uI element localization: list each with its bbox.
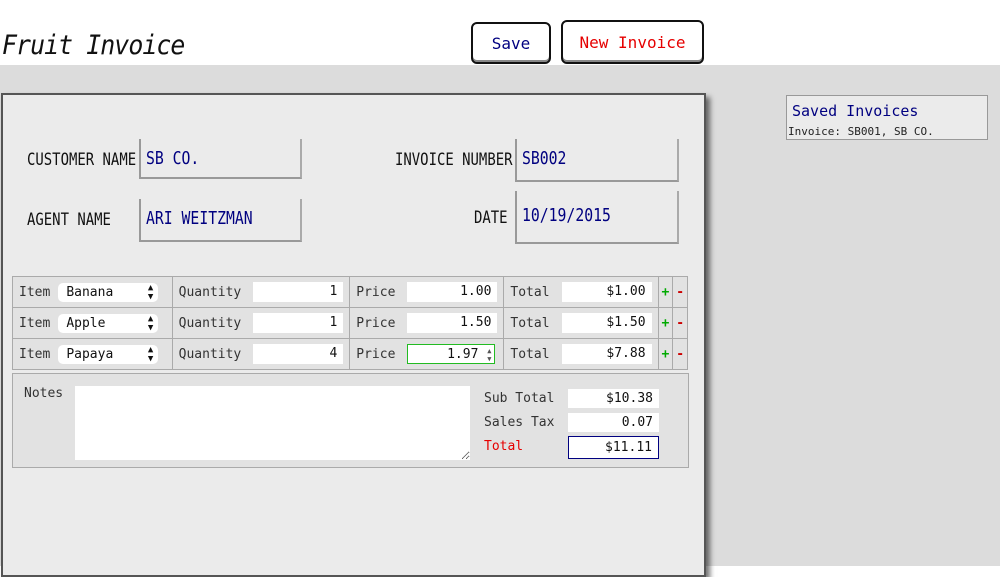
price-input-focused[interactable]: 1.97 ▲ ▼ (407, 344, 496, 364)
price-input-value: 1.97 (447, 347, 479, 362)
sales-tax-value[interactable]: 0.07 (568, 413, 659, 432)
grand-total-label: Total (484, 439, 524, 454)
table-row: Item Papaya ▲ ▼ Quantity 4 Price 1.97 ▲ ▼ Total… (12, 338, 688, 370)
total-label: Total (510, 315, 550, 331)
quantity-label: Quantity (178, 346, 242, 362)
agent-name-value: ARI WEITZMAN (146, 208, 253, 229)
table-row: Item Apple ▲ ▼ Quantity 1 Price 1.50 Total $1.… (12, 307, 688, 339)
table-row: Item Banana ▲ ▼ Quantity 1 Price 1.00 Total $1… (12, 276, 688, 308)
notes-textarea[interactable] (75, 386, 470, 460)
price-input[interactable]: 1.50 (407, 313, 498, 333)
line-items-table: Item Banana ▲ ▼ Quantity 1 Price 1.00 Total $1… (12, 276, 688, 370)
remove-row-button[interactable]: - (672, 307, 688, 339)
item-label: Item (19, 284, 51, 300)
quantity-label: Quantity (178, 284, 242, 300)
subtotal-value: $10.38 (568, 389, 659, 408)
invoice-form: CUSTOMER NAME SB CO. INVOICE NUMBER SB00… (1, 93, 706, 577)
price-label: Price (356, 346, 396, 362)
total-label: Total (510, 346, 550, 362)
item-select[interactable]: Banana ▲ ▼ (58, 282, 159, 302)
quantity-label: Quantity (178, 315, 242, 331)
line-total-value: $1.00 (561, 282, 652, 302)
item-select-value: Apple (66, 315, 106, 331)
total-label: Total (510, 284, 550, 300)
up-down-arrows-icon: ▲ ▼ (147, 313, 154, 333)
app-title: Fruit Invoice (2, 30, 185, 61)
date-field[interactable]: 10/19/2015 (515, 191, 679, 244)
item-select[interactable]: Papaya ▲ ▼ (58, 344, 159, 364)
agent-name-field[interactable]: ARI WEITZMAN (139, 199, 302, 242)
add-row-button[interactable]: + (657, 307, 674, 339)
customer-name-label: CUSTOMER NAME (27, 150, 137, 170)
customer-name-value: SB CO. (146, 148, 200, 169)
quantity-input[interactable]: 1 (253, 313, 344, 333)
item-select[interactable]: Apple ▲ ▼ (58, 313, 159, 333)
saved-invoices-title: Saved Invoices (792, 102, 919, 120)
remove-row-button[interactable]: - (672, 338, 688, 370)
subtotal-label: Sub Total (484, 391, 555, 406)
price-input[interactable]: 1.00 (407, 282, 498, 302)
invoice-summary: Notes Sub Total $10.38 Sales Tax 0.07 To… (12, 373, 689, 468)
line-total-value: $1.50 (561, 313, 652, 333)
notes-label: Notes (24, 386, 64, 401)
grand-total-value: $11.11 (568, 436, 659, 459)
saved-invoices-panel: Saved Invoices Invoice: SB001, SB CO. (786, 95, 988, 140)
invoice-number-label: INVOICE NUMBER (395, 150, 513, 170)
item-label: Item (19, 315, 51, 331)
price-label: Price (356, 284, 396, 300)
date-value: 10/19/2015 (522, 205, 611, 226)
quantity-input[interactable]: 4 (253, 344, 344, 364)
saved-invoice-item[interactable]: Invoice: SB001, SB CO. (788, 125, 934, 138)
price-label: Price (356, 315, 396, 331)
invoice-number-value: SB002 (522, 148, 567, 169)
agent-name-label: AGENT NAME (27, 210, 111, 230)
item-select-value: Papaya (66, 346, 114, 362)
line-total-value: $7.88 (561, 344, 652, 364)
spinner-icon[interactable]: ▲ ▼ (487, 345, 491, 363)
up-down-arrows-icon: ▲ ▼ (147, 282, 154, 302)
add-row-button[interactable]: + (657, 338, 674, 370)
save-button[interactable]: Save (471, 22, 551, 64)
new-invoice-button[interactable]: New Invoice (561, 20, 704, 64)
quantity-input[interactable]: 1 (253, 282, 344, 302)
item-select-value: Banana (66, 284, 114, 300)
up-down-arrows-icon: ▲ ▼ (147, 344, 154, 364)
item-label: Item (19, 346, 51, 362)
sales-tax-label: Sales Tax (484, 415, 555, 430)
add-row-button[interactable]: + (657, 276, 674, 308)
customer-name-field[interactable]: SB CO. (139, 139, 302, 179)
remove-row-button[interactable]: - (672, 276, 688, 308)
date-label: DATE (474, 208, 508, 228)
invoice-number-field[interactable]: SB002 (515, 139, 679, 182)
